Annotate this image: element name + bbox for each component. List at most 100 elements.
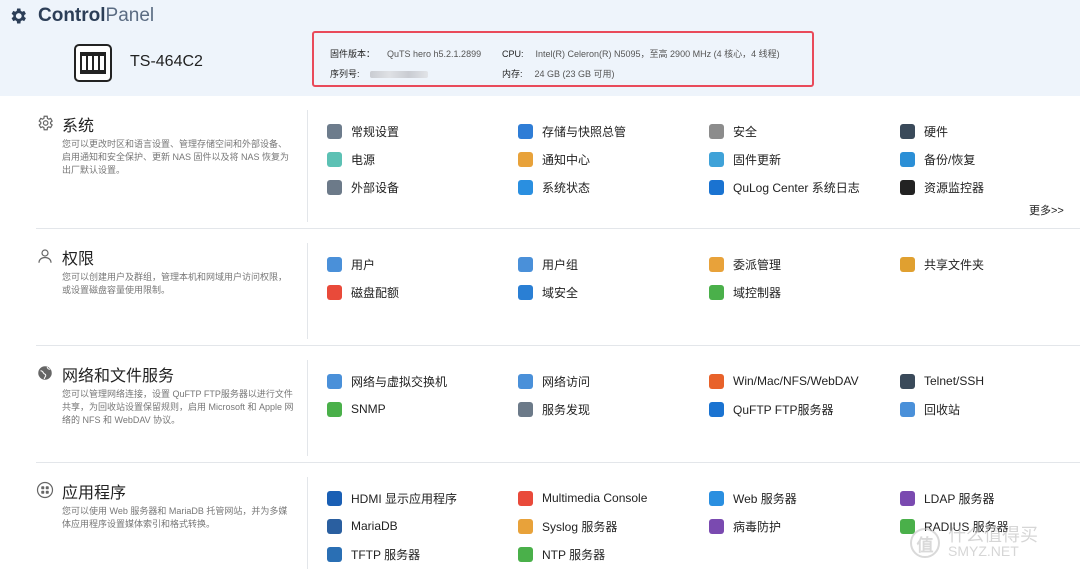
item-telnet-ssh[interactable]: Telnet/SSH <box>900 372 984 390</box>
storage-snapshots-icon <box>518 123 533 139</box>
watermark-logo: 值 <box>910 528 940 558</box>
item-hdmi-display[interactable]: HDMI 显示应用程序 <box>327 489 457 507</box>
item-snmp[interactable]: SNMP <box>327 400 386 418</box>
memory-info: 内存: 24 GB (23 GB 可用) <box>502 69 615 79</box>
item-user-groups[interactable]: 用户组 <box>518 255 578 273</box>
item-delegated-admin[interactable]: 委派管理 <box>709 255 781 273</box>
device-model: TS-464C2 <box>130 53 203 70</box>
item-network-access[interactable]: 网络访问 <box>518 372 590 390</box>
item-win-mac-nfs-webdav[interactable]: Win/Mac/NFS/WebDAV <box>709 372 859 390</box>
nas-device-icon <box>74 44 112 82</box>
item-label: Multimedia Console <box>542 491 648 505</box>
item-label: 域控制器 <box>733 285 782 300</box>
item-multimedia-console[interactable]: Multimedia Console <box>518 489 647 507</box>
section-description: 您可以管理网络连接，设置 QuFTP FTP服务器以进行文件共享，为回收站设置保… <box>62 389 294 425</box>
shared-folders-icon <box>900 256 915 272</box>
user-icon <box>36 247 54 265</box>
item-system-status[interactable]: 系统状态 <box>518 178 590 196</box>
web-server-icon <box>709 490 724 506</box>
section-description: 您可以使用 Web 服务器和 MariaDB 托管网站，并为多媒体应用程序设置媒… <box>62 506 288 529</box>
item-label: HDMI 显示应用程序 <box>351 491 457 506</box>
qulog-center-icon <box>709 179 724 195</box>
item-label: 网络与虚拟交换机 <box>351 374 448 389</box>
section-vertical-divider <box>307 360 308 456</box>
section-vertical-divider <box>307 477 308 569</box>
item-label: 病毒防护 <box>733 519 782 534</box>
item-label: 硬件 <box>924 124 949 139</box>
item-quftp-server[interactable]: QuFTP FTP服务器 <box>709 400 833 418</box>
win-mac-nfs-webdav-icon <box>709 373 724 389</box>
item-label: NTP 服务器 <box>542 547 606 562</box>
item-storage-snapshots[interactable]: 存储与快照总管 <box>518 122 626 140</box>
item-label: 回收站 <box>924 402 961 417</box>
item-label: 网络访问 <box>542 374 591 389</box>
item-label: 域安全 <box>542 285 579 300</box>
item-qulog-center[interactable]: QuLog Center 系统日志 <box>709 178 860 196</box>
section-title: 应用程序 <box>62 485 127 502</box>
item-antivirus[interactable]: 病毒防护 <box>709 517 781 535</box>
item-label: 外部设备 <box>351 180 400 195</box>
section-title: 系统 <box>62 118 95 135</box>
item-firmware-update[interactable]: 固件更新 <box>709 150 781 168</box>
section-divider <box>36 462 1080 463</box>
item-hardware[interactable]: 硬件 <box>900 122 948 140</box>
item-security[interactable]: 安全 <box>709 122 757 140</box>
item-label: 资源监控器 <box>924 180 985 195</box>
notification-center-icon <box>518 151 533 167</box>
firmware-update-icon <box>709 151 724 167</box>
item-users[interactable]: 用户 <box>327 255 375 273</box>
item-general-settings[interactable]: 常规设置 <box>327 122 399 140</box>
app-title: ControlPanel <box>38 5 155 26</box>
item-label: Syslog 服务器 <box>542 519 618 534</box>
watermark: 值 什么值得买 SMYZ.NET <box>910 526 1038 559</box>
network-access-icon <box>518 373 533 389</box>
section-divider <box>36 228 1080 229</box>
ldap-server-icon <box>900 490 915 506</box>
item-resource-monitor[interactable]: 资源监控器 <box>900 178 984 196</box>
item-label: QuLog Center 系统日志 <box>733 180 860 195</box>
item-label: 用户组 <box>542 257 579 272</box>
serial-info: 序列号: <box>330 67 428 80</box>
item-service-discovery[interactable]: 服务发现 <box>518 400 590 418</box>
item-ntp-server[interactable]: NTP 服务器 <box>518 545 605 563</box>
item-recycle-bin[interactable]: 回收站 <box>900 400 960 418</box>
item-label: 磁盘配额 <box>351 285 400 300</box>
backup-restore-icon <box>900 151 915 167</box>
item-tftp-server[interactable]: TFTP 服务器 <box>327 545 420 563</box>
item-domain-controller[interactable]: 域控制器 <box>709 283 781 301</box>
item-web-server[interactable]: Web 服务器 <box>709 489 797 507</box>
item-notification-center[interactable]: 通知中心 <box>518 150 590 168</box>
service-discovery-icon <box>518 401 533 417</box>
item-mariadb[interactable]: MariaDB <box>327 517 398 535</box>
item-power[interactable]: 电源 <box>327 150 375 168</box>
item-label: 电源 <box>351 152 376 167</box>
watermark-line2: SMYZ.NET <box>948 543 1019 559</box>
item-label: 用户 <box>351 257 376 272</box>
item-backup-restore[interactable]: 备份/恢复 <box>900 150 975 168</box>
item-label: 固件更新 <box>733 152 782 167</box>
item-syslog-server[interactable]: Syslog 服务器 <box>518 517 617 535</box>
item-label: 服务发现 <box>542 402 591 417</box>
item-network-virtual-switch[interactable]: 网络与虚拟交换机 <box>327 372 447 390</box>
serial-redacted <box>369 71 428 79</box>
section-divider <box>36 345 1080 346</box>
item-label: 委派管理 <box>733 257 782 272</box>
item-domain-security[interactable]: 域安全 <box>518 283 578 301</box>
device-info-box: 固件版本： QuTS hero h5.2.1.2899 序列号: CPU: Inte… <box>312 31 814 87</box>
item-external-device[interactable]: 外部设备 <box>327 178 399 196</box>
item-label: Win/Mac/NFS/WebDAV <box>733 374 859 388</box>
item-label: 安全 <box>733 124 758 139</box>
cpu-info: CPU: Intel(R) Celeron(R) N5095，至高 2900 MH… <box>502 49 780 59</box>
security-icon <box>709 123 724 139</box>
section-title: 网络和文件服务 <box>62 368 175 385</box>
more-link[interactable]: 更多>> <box>1029 202 1064 218</box>
firmware-info: 固件版本： QuTS hero h5.2.1.2899 <box>330 49 482 59</box>
item-ldap-server[interactable]: LDAP 服务器 <box>900 489 994 507</box>
section-title: 权限 <box>62 251 95 268</box>
item-shared-folders[interactable]: 共享文件夹 <box>900 255 984 273</box>
network-virtual-switch-icon <box>327 373 342 389</box>
item-quota[interactable]: 磁盘配额 <box>327 283 399 301</box>
domain-security-icon <box>518 284 533 300</box>
item-label: Telnet/SSH <box>924 374 985 388</box>
syslog-server-icon <box>518 518 533 534</box>
